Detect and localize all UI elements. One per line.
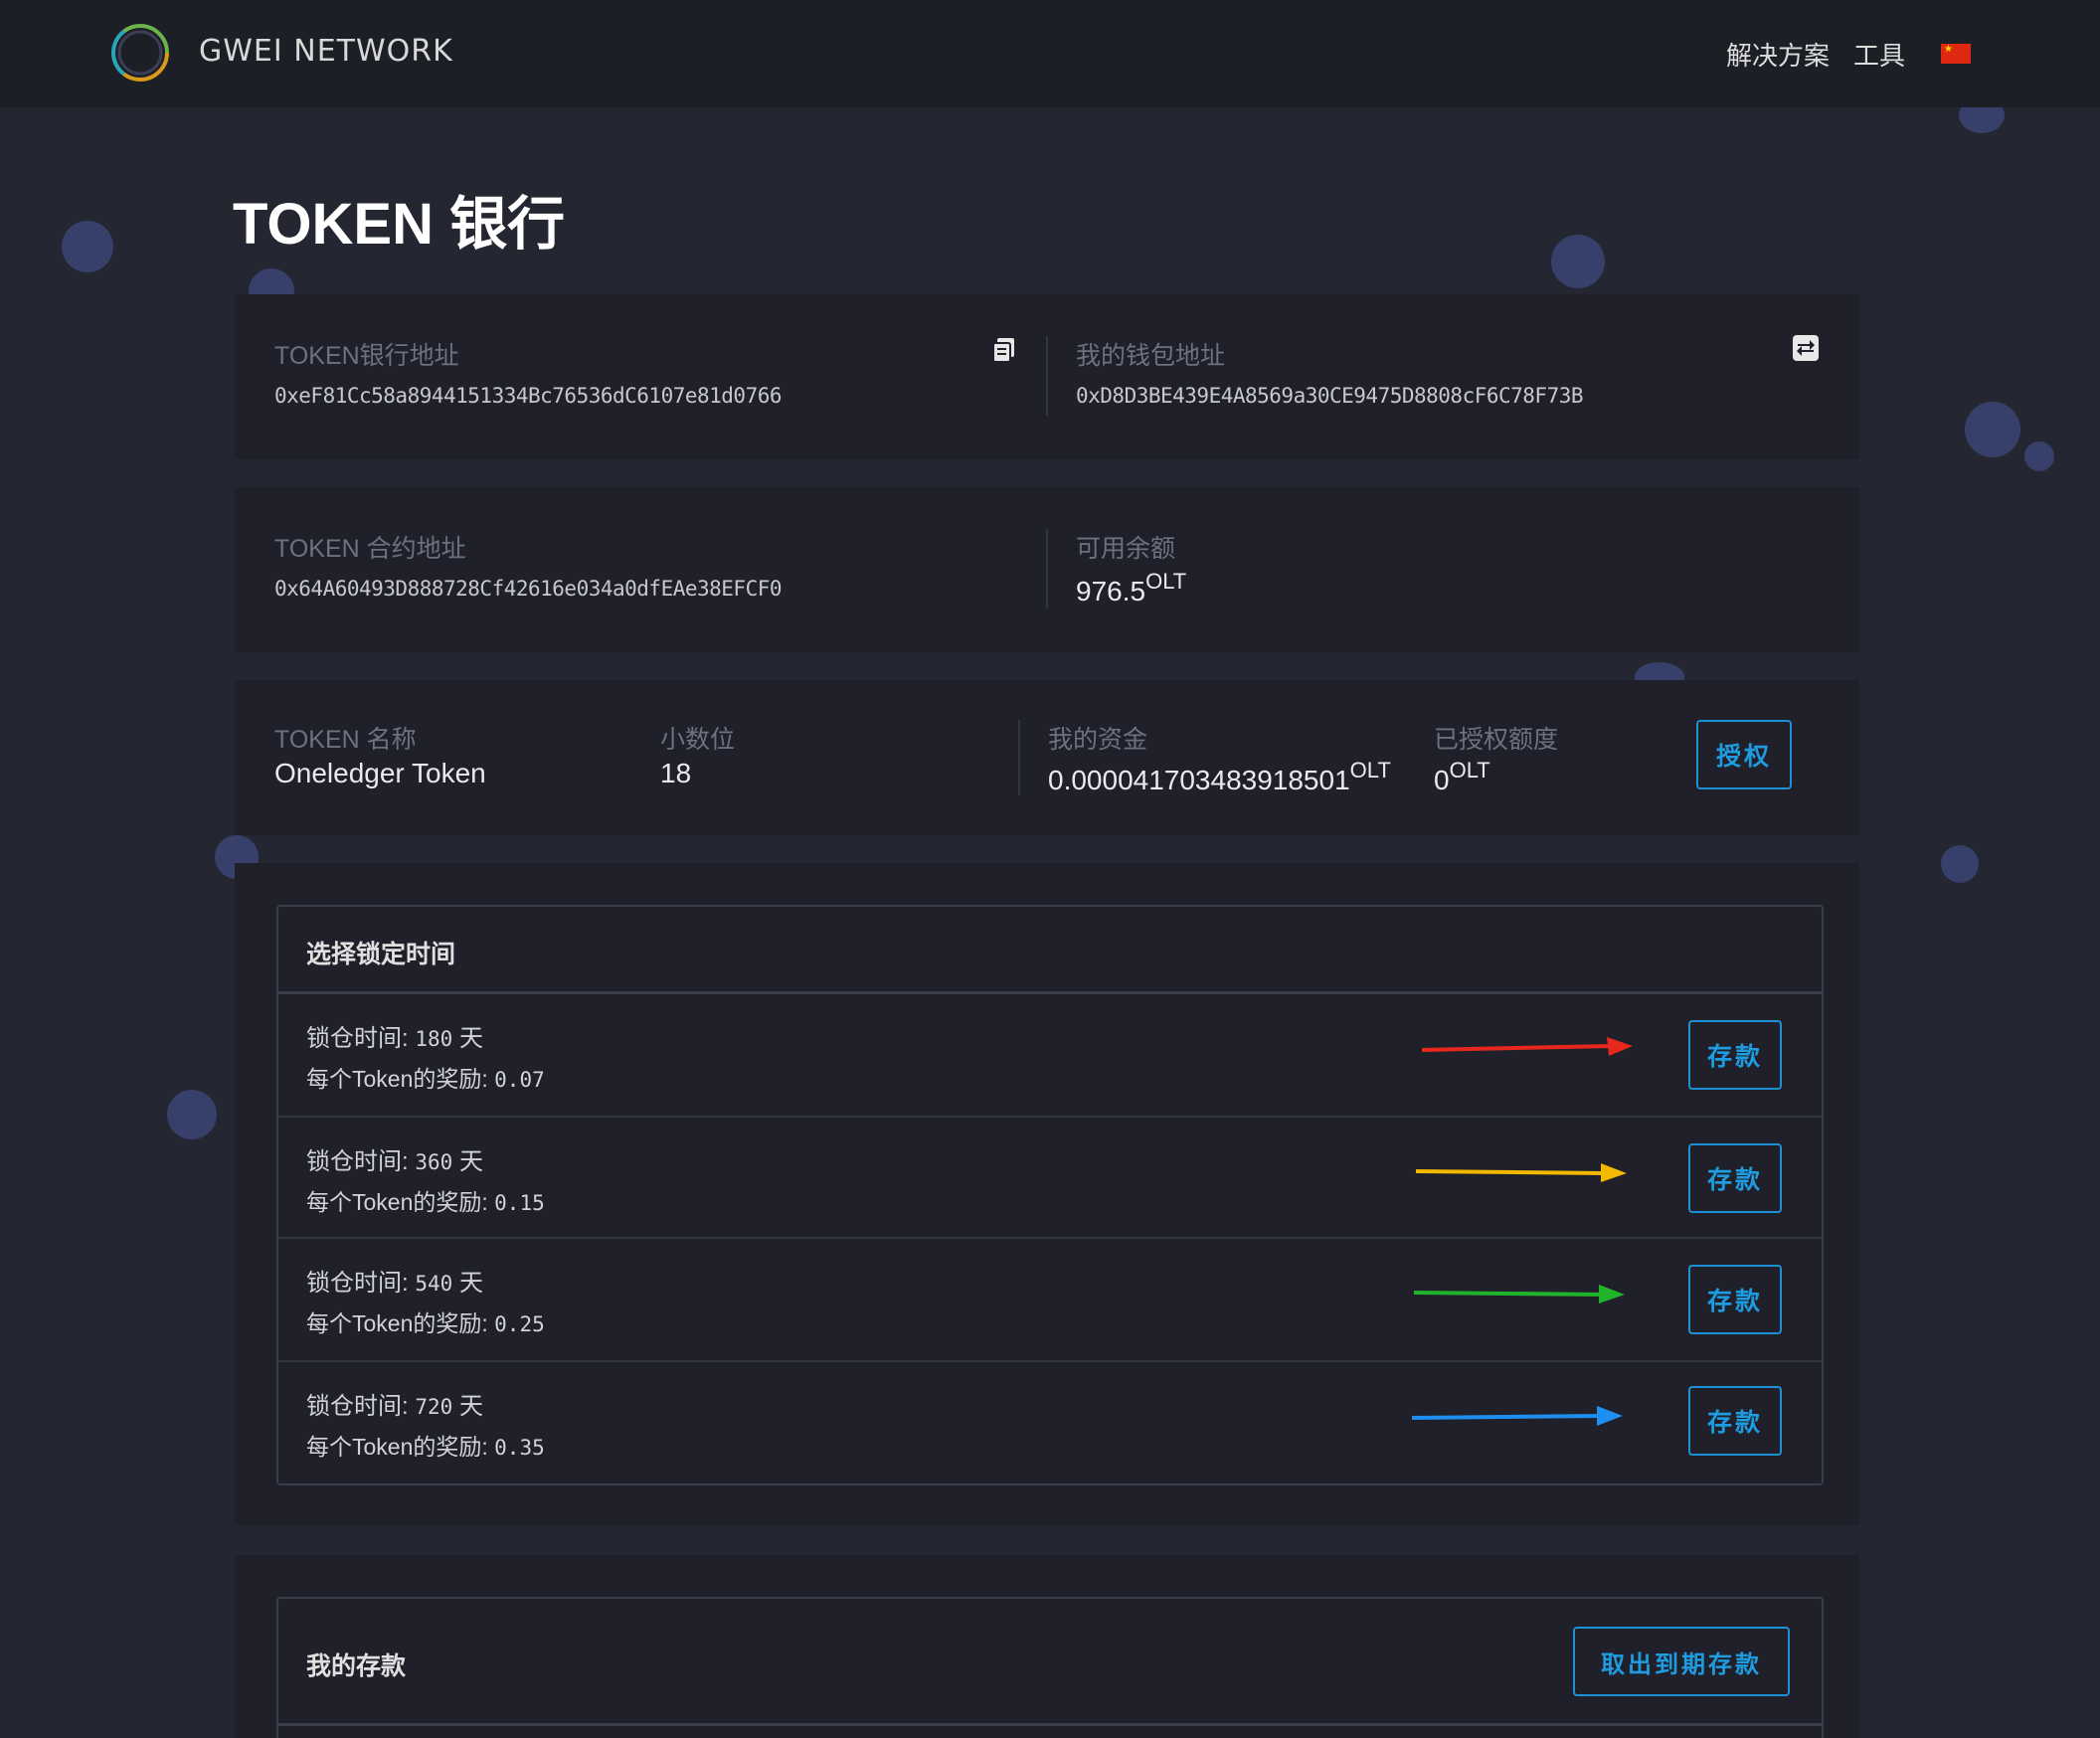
lock-duration-text: 锁仓时间: 720 天 xyxy=(306,1386,483,1421)
my-funds-unit: OLT xyxy=(1349,758,1391,782)
lock-option-row: 锁仓时间: 720 天 每个Token的奖励: 0.35 存款 xyxy=(278,1362,1822,1483)
lock-duration-text: 锁仓时间: 180 天 xyxy=(306,1018,483,1053)
background-dot xyxy=(1551,235,1605,288)
token-info-card: TOKEN 名称 Oneledger Token 小数位 18 我的资金 0.0… xyxy=(235,680,1859,835)
contract-card: TOKEN 合约地址 0x64A60493D888728Cf42616e034a… xyxy=(235,487,1859,652)
divider xyxy=(1018,720,1020,795)
reward-text: 每个Token的奖励: 0.15 xyxy=(306,1183,545,1217)
token-name-label: TOKEN 名称 xyxy=(274,726,417,754)
reward-text: 每个Token的奖励: 0.25 xyxy=(306,1304,545,1338)
green-arrow-icon xyxy=(1413,1285,1625,1304)
blue-arrow-icon xyxy=(1411,1406,1623,1426)
reward-label: 每个Token的奖励: xyxy=(306,1310,488,1336)
lock-time-card: 选择锁定时间 锁仓时间: 180 天 每个Token的奖励: 0.07 存款 锁… xyxy=(235,863,1859,1525)
day-unit: 天 xyxy=(458,1393,483,1420)
cn-flag-icon[interactable]: ★ xyxy=(1941,44,1971,64)
background-dot xyxy=(1965,402,2020,457)
red-arrow-icon xyxy=(1421,1037,1633,1056)
deposit-button[interactable]: 存款 xyxy=(1688,1020,1782,1090)
background-dot xyxy=(167,1090,217,1139)
reward-value: 0.07 xyxy=(494,1068,545,1092)
lock-duration-text: 锁仓时间: 360 天 xyxy=(306,1141,483,1176)
allowance-unit: OLT xyxy=(1449,758,1490,782)
lock-time-panel-title: 选择锁定时间 xyxy=(306,941,456,968)
allowance-value: 0OLT xyxy=(1434,758,1490,796)
available-balance-label: 可用余额 xyxy=(1076,535,1176,563)
allowance-amount: 0 xyxy=(1434,765,1450,795)
reward-value: 0.25 xyxy=(494,1312,545,1336)
reward-value: 0.15 xyxy=(494,1191,545,1215)
wallet-address-value: 0xD8D3BE439E4A8569a30CE9475D8808cF6C78F7… xyxy=(1076,384,1584,408)
divider xyxy=(1046,336,1048,416)
my-funds-value: 0.000041703483918501OLT xyxy=(1048,758,1391,796)
lock-duration-text: 锁仓时间: 540 天 xyxy=(306,1263,483,1298)
bank-address-value: 0xeF81Cc58a8944151334Bc76536dC6107e81d07… xyxy=(274,384,783,408)
reward-label: 每个Token的奖励: xyxy=(306,1066,488,1092)
my-deposits-panel-header: 我的存款 取出到期存款 xyxy=(278,1599,1822,1726)
my-deposits-card: 我的存款 取出到期存款 xyxy=(235,1555,1859,1738)
deposit-button[interactable]: 存款 xyxy=(1688,1386,1782,1456)
background-dot xyxy=(2024,441,2054,471)
day-unit: 天 xyxy=(458,1025,483,1052)
logo-icon[interactable] xyxy=(109,22,171,84)
deposit-button[interactable]: 存款 xyxy=(1688,1265,1782,1334)
divider xyxy=(1046,529,1048,608)
lock-option-row: 锁仓时间: 180 天 每个Token的奖励: 0.07 存款 xyxy=(278,994,1822,1118)
bank-address-label: TOKEN银行地址 xyxy=(274,342,459,370)
page-title: TOKEN 银行 xyxy=(233,192,566,257)
lock-option-row: 锁仓时间: 360 天 每个Token的奖励: 0.15 存款 xyxy=(278,1118,1822,1239)
reward-text: 每个Token的奖励: 0.07 xyxy=(306,1060,545,1094)
decimals-label: 小数位 xyxy=(660,726,736,754)
yellow-arrow-icon xyxy=(1415,1163,1627,1182)
nav-link-solutions[interactable]: 解决方案 xyxy=(1726,36,1830,73)
available-balance-value: 976.5OLT xyxy=(1076,569,1186,608)
lock-time-panel: 选择锁定时间 锁仓时间: 180 天 每个Token的奖励: 0.07 存款 锁… xyxy=(276,905,1824,1485)
day-unit: 天 xyxy=(458,1148,483,1175)
lock-time-panel-header: 选择锁定时间 xyxy=(278,907,1822,994)
day-unit: 天 xyxy=(458,1270,483,1297)
lock-duration-days: 540 xyxy=(415,1272,453,1296)
page: GWEI NETWORK 解决方案 工具 ★ TOKEN 银行 TOKEN银行地… xyxy=(0,0,2100,1738)
allowance-label: 已授权额度 xyxy=(1434,726,1559,754)
token-name-value: Oneledger Token xyxy=(274,758,486,788)
reward-value: 0.35 xyxy=(494,1436,545,1460)
lock-duration-label: 锁仓时间: xyxy=(306,1270,409,1297)
contract-address-label: TOKEN 合约地址 xyxy=(274,535,466,563)
withdraw-matured-button[interactable]: 取出到期存款 xyxy=(1573,1627,1790,1696)
lock-option-row: 锁仓时间: 540 天 每个Token的奖励: 0.25 存款 xyxy=(278,1239,1822,1362)
reward-label: 每个Token的奖励: xyxy=(306,1189,488,1215)
reward-label: 每个Token的奖励: xyxy=(306,1434,488,1460)
lock-duration-label: 锁仓时间: xyxy=(306,1393,409,1420)
nav-link-tools[interactable]: 工具 xyxy=(1853,36,1905,73)
contract-address-value: 0x64A60493D888728Cf42616e034a0dfEAe38EFC… xyxy=(274,577,783,601)
deposit-button[interactable]: 存款 xyxy=(1688,1143,1782,1213)
wallet-address-label: 我的钱包地址 xyxy=(1076,342,1226,370)
lock-duration-days: 180 xyxy=(415,1027,453,1051)
lock-duration-label: 锁仓时间: xyxy=(306,1025,409,1052)
available-balance-unit: OLT xyxy=(1145,569,1187,594)
lock-duration-days: 360 xyxy=(415,1150,453,1174)
copy-icon[interactable] xyxy=(990,336,1018,364)
reward-text: 每个Token的奖励: 0.35 xyxy=(306,1428,545,1462)
authorize-button[interactable]: 授权 xyxy=(1696,720,1792,789)
lock-duration-days: 720 xyxy=(415,1395,453,1419)
top-navbar: GWEI NETWORK 解决方案 工具 ★ xyxy=(0,0,2100,107)
decimals-value: 18 xyxy=(660,758,692,788)
my-funds-amount: 0.000041703483918501 xyxy=(1048,765,1350,795)
address-card: TOKEN银行地址 0xeF81Cc58a8944151334Bc76536dC… xyxy=(235,294,1859,459)
background-dot xyxy=(62,221,113,272)
switch-wallet-icon[interactable] xyxy=(1792,334,1820,362)
my-deposits-title: 我的存款 xyxy=(306,1652,407,1680)
my-funds-label: 我的资金 xyxy=(1048,726,1148,754)
available-balance-amount: 976.5 xyxy=(1076,576,1146,607)
lock-duration-label: 锁仓时间: xyxy=(306,1148,409,1175)
my-deposits-panel: 我的存款 取出到期存款 xyxy=(276,1597,1824,1738)
background-dot xyxy=(1941,845,1979,883)
brand-name[interactable]: GWEI NETWORK xyxy=(199,34,453,69)
